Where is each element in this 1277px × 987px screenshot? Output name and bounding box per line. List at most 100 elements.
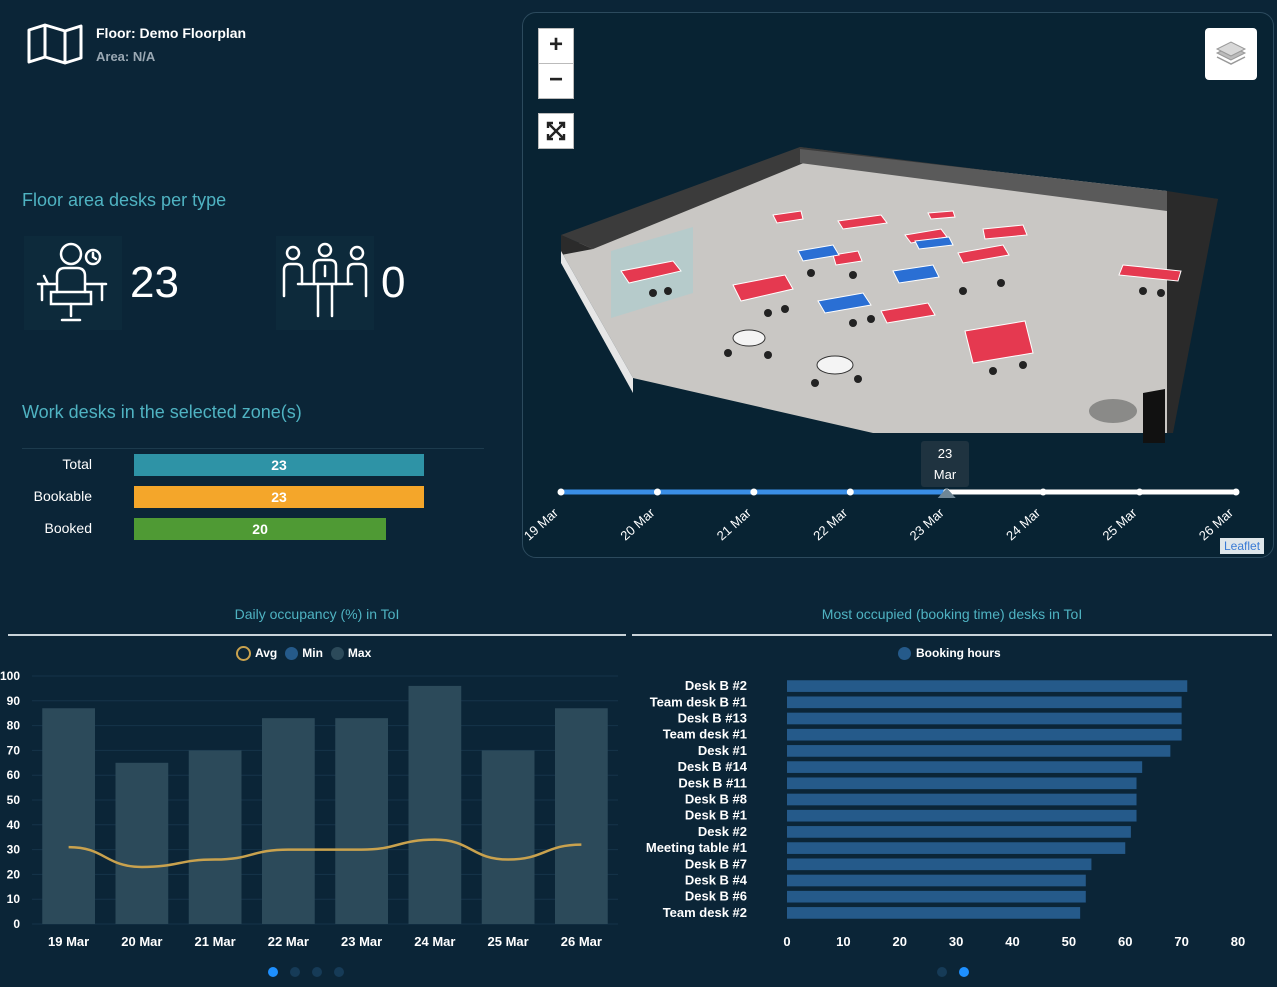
timeline-label[interactable]: 20 Mar: [617, 505, 658, 544]
booking-bar[interactable]: [787, 745, 1171, 757]
booking-chart[interactable]: Desk B #2Team desk B #1Desk B #13Team de…: [632, 666, 1277, 956]
timeline-tick[interactable]: [1232, 488, 1240, 496]
booking-bar[interactable]: [787, 809, 1137, 822]
timeline-tick[interactable]: [750, 488, 758, 496]
booking-bar[interactable]: [787, 728, 1182, 741]
legend-min-label[interactable]: Min: [302, 646, 323, 660]
max-bar[interactable]: [555, 708, 608, 924]
y-tick-label: 10: [7, 892, 21, 906]
max-bar[interactable]: [335, 718, 388, 924]
booking-bar[interactable]: [787, 761, 1143, 773]
legend-booking-marker[interactable]: [898, 646, 911, 660]
booking-bar[interactable]: [787, 842, 1126, 854]
booking-bar[interactable]: [787, 696, 1182, 709]
max-bar[interactable]: [42, 708, 95, 924]
expand-icon: [546, 121, 566, 141]
legend-avg-marker[interactable]: [236, 645, 251, 661]
timeline-label[interactable]: 24 Mar: [1003, 505, 1044, 544]
work-desk-icon: [24, 236, 122, 330]
bookable-value: 23: [271, 489, 287, 505]
bookable-label: Bookable: [33, 488, 92, 504]
occupancy-chart[interactable]: 0 10 20 30 40 50 60 70 80 90 100 19 Mar 20 Mar 21 Mar…: [0, 666, 620, 956]
total-label: Total: [62, 456, 92, 472]
x-tick-label: 24 Mar: [414, 934, 455, 949]
y-tick-label: 40: [7, 818, 21, 832]
timeline-label[interactable]: 21 Mar: [714, 505, 755, 544]
pager-dot[interactable]: [290, 967, 300, 977]
booking-legend: Booking hours: [898, 644, 1001, 662]
y-tick-label: 0: [13, 917, 20, 931]
legend-min-marker[interactable]: [285, 646, 299, 660]
timeline-tick[interactable]: [846, 488, 854, 496]
y-category-label: Desk B #7: [685, 856, 747, 871]
booking-bar[interactable]: [787, 793, 1137, 806]
legend-booking-label[interactable]: Booking hours: [916, 646, 1001, 660]
x-tick-label: 25 Mar: [488, 934, 529, 949]
zoom-in-button[interactable]: +: [538, 28, 574, 64]
y-tick-label: 30: [7, 843, 21, 857]
booking-bar[interactable]: [787, 907, 1081, 919]
y-category-label: Desk B #4: [685, 873, 748, 888]
y-category-label: Desk #1: [698, 743, 747, 758]
pager-dot[interactable]: [937, 967, 947, 977]
x-tick-label: 21 Mar: [195, 934, 236, 949]
max-bar[interactable]: [481, 750, 535, 924]
max-bar[interactable]: [115, 762, 169, 924]
booking-bar[interactable]: [787, 777, 1137, 790]
map-panel[interactable]: + − 23 Mar 19 Mar 20 Mar 21 Mar 22 Mar 2…: [522, 12, 1274, 558]
x-tick-label: 22 Mar: [268, 934, 309, 949]
x-tick-label: 26 Mar: [561, 934, 602, 949]
timeline-slider[interactable]: 19 Mar 20 Mar 21 Mar 22 Mar 23 Mar 24 Mar 25 M…: [523, 477, 1273, 557]
y-tick-label: 50: [7, 793, 21, 807]
tooltip-day: 23: [937, 446, 953, 461]
x-tick-label: 70: [1174, 934, 1188, 949]
timeline-label[interactable]: 22 Mar: [810, 505, 851, 544]
timeline-tick[interactable]: [1136, 488, 1144, 496]
layers-button[interactable]: [1205, 28, 1257, 80]
floorplan-image[interactable]: [553, 143, 1253, 443]
booking-bar[interactable]: [787, 874, 1086, 887]
y-tick-label: 80: [7, 719, 21, 733]
max-bar[interactable]: [408, 685, 462, 924]
booking-bar[interactable]: [787, 890, 1086, 903]
leaflet-attribution[interactable]: Leaflet: [1220, 538, 1265, 554]
divider: [22, 448, 484, 449]
total-bar: 23: [134, 454, 424, 476]
booking-bar[interactable]: [787, 712, 1182, 725]
pager-dot-active[interactable]: [959, 967, 969, 977]
booking-bar[interactable]: [787, 826, 1131, 838]
pager-dot[interactable]: [312, 967, 322, 977]
booking-bar[interactable]: [787, 680, 1188, 692]
occupancy-chart-title: Daily occupancy (%) in ToI: [234, 606, 400, 622]
bookable-bar: 23: [134, 486, 424, 508]
x-tick-label: 0: [783, 934, 790, 949]
y-tick-label: 90: [7, 694, 21, 708]
x-tick-label: 40: [1005, 934, 1019, 949]
total-value: 23: [271, 457, 287, 473]
layers-icon: [1215, 41, 1247, 65]
legend-max-marker[interactable]: [330, 646, 344, 660]
chart-pager-right[interactable]: [937, 967, 969, 977]
chart-pager-left[interactable]: [268, 967, 344, 977]
timeline-tick[interactable]: [653, 488, 661, 496]
timeline-label[interactable]: 25 Mar: [1099, 505, 1140, 544]
booked-bar: 20: [134, 518, 387, 540]
booking-bar[interactable]: [787, 858, 1092, 871]
legend-max-label[interactable]: Max: [348, 646, 371, 660]
max-bar[interactable]: [262, 718, 315, 924]
y-category-label: Desk #2: [698, 824, 747, 839]
legend-avg-label[interactable]: Avg: [255, 646, 277, 660]
y-tick-label: 100: [0, 669, 20, 683]
timeline-tick[interactable]: [557, 488, 565, 496]
zoom-out-button[interactable]: −: [538, 63, 574, 99]
y-category-label: Desk B #6: [685, 889, 747, 904]
work-desks-title: Work desks in the selected zone(s): [22, 402, 302, 422]
timeline-tick[interactable]: [1039, 488, 1047, 496]
pager-dot[interactable]: [334, 967, 344, 977]
max-bar[interactable]: [188, 750, 242, 924]
y-category-label: Desk B #1: [685, 808, 747, 823]
pager-dot-active[interactable]: [268, 967, 278, 977]
y-tick-label: 70: [7, 743, 21, 757]
timeline-label[interactable]: 19 Mar: [523, 505, 561, 544]
timeline-label[interactable]: 23 Mar: [907, 505, 948, 544]
